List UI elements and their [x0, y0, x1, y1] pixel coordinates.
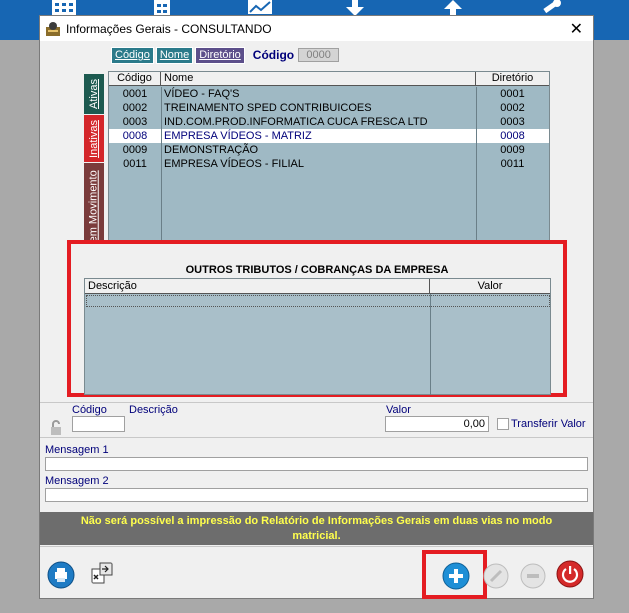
codigo-input[interactable] [72, 416, 125, 432]
calculator-icon[interactable] [52, 0, 76, 16]
app-icon [46, 21, 60, 36]
descricao-label: Descrição [129, 404, 178, 416]
tab-nome[interactable]: Nome [155, 46, 194, 64]
table-row[interactable]: 0011 EMPRESA VÍDEOS - FILIAL 0011 [109, 157, 549, 171]
cell-dir: 0008 [500, 130, 525, 142]
column-divider [476, 87, 477, 257]
cell-code: 0008 [122, 130, 148, 142]
table-row[interactable]: 0001 VÍDEO - FAQ'S 0001 [109, 87, 549, 101]
column-header-codigo[interactable]: Código [109, 72, 161, 85]
cell-code: 0009 [122, 144, 148, 156]
companies-grid-body: 0001 VÍDEO - FAQ'S 0001 0002 TREINAMENTO SPE… [109, 87, 549, 257]
column-header-nome[interactable]: Nome [161, 72, 476, 85]
cell-dir: 0001 [500, 88, 525, 100]
cell-dir: 0003 [500, 116, 525, 128]
delete-disabled-icon [520, 563, 546, 589]
mensagem-2-input[interactable] [45, 488, 588, 502]
cell-name: IND.COM.PROD.INFORMATICA CUCA FRESCA LTD [164, 116, 428, 128]
outros-tributos-header: Descrição Valor [85, 279, 550, 294]
status-side-tabs: Ativas Inativas Sem Movimento [84, 74, 104, 256]
warning-line-2: matricial. [292, 530, 341, 542]
transferir-valor-checkbox[interactable] [497, 418, 509, 430]
cell-dir: 0009 [500, 144, 525, 156]
table-row[interactable]: 0008 EMPRESA VÍDEOS - MATRIZ 0008 [109, 129, 549, 143]
outros-tributos-highlight: OUTROS TRIBUTOS / COBRANÇAS DA EMPRESA D… [67, 240, 567, 397]
tab-inativas-label: Inativas [88, 119, 101, 158]
cell-code: 0003 [122, 116, 148, 128]
action-bar [40, 546, 593, 599]
informacoes-gerais-window: Informações Gerais - CONSULTANDO ✕ Códig… [39, 15, 594, 599]
tab-codigo[interactable]: Código [111, 46, 154, 64]
search-code-input[interactable]: 0000 [298, 48, 340, 62]
tab-sem-movimento-label: Sem Movimento [88, 169, 101, 250]
tab-ativas[interactable]: Ativas [84, 74, 104, 114]
search-code-label: Código [252, 48, 295, 62]
tab-diretorio[interactable]: Diretório [195, 46, 245, 64]
arrow-down-icon[interactable] [343, 0, 367, 16]
tributo-form: Código Descrição Valor 0,00 Transferir V… [40, 402, 593, 438]
column-divider [430, 294, 431, 395]
sort-tabs: Código Nome Diretório Código 0000 [111, 46, 340, 64]
focused-empty-row[interactable] [86, 295, 550, 307]
table-row[interactable]: 0002 TREINAMENTO SPED CONTRIBUICOES 0002 [109, 101, 549, 115]
title-bar: Informações Gerais - CONSULTANDO ✕ [40, 16, 593, 41]
cell-code: 0011 [123, 158, 147, 170]
tab-ativas-label: Ativas [88, 79, 100, 109]
document-icon[interactable] [150, 0, 174, 16]
cell-name: EMPRESA VÍDEOS - MATRIZ [164, 130, 312, 142]
valor-input[interactable]: 0,00 [385, 416, 489, 432]
mensagem-1-input[interactable] [45, 457, 588, 471]
cell-code: 0002 [122, 102, 148, 114]
column-divider [161, 87, 162, 257]
column-header-valor[interactable]: Valor [430, 279, 550, 293]
cell-name: TREINAMENTO SPED CONTRIBUICOES [164, 102, 372, 114]
edit-disabled-icon [483, 563, 509, 589]
cell-name: VÍDEO - FAQ'S [164, 88, 240, 100]
cell-code: 0001 [122, 88, 148, 100]
warning-banner: Não será possível a impressão do Relatór… [40, 512, 593, 545]
mensagem-2-label: Mensagem 2 [45, 475, 109, 487]
cell-dir: 0011 [500, 158, 525, 170]
cell-dir: 0002 [500, 102, 525, 114]
warning-line-1: Não será possível a impressão do Relatór… [80, 515, 553, 527]
companies-grid[interactable]: Código Nome Diretório 0001 VÍDEO - FAQ'S 0… [108, 71, 550, 257]
companies-grid-header: Código Nome Diretório [109, 72, 549, 86]
outros-tributos-grid[interactable]: Descrição Valor [84, 278, 551, 395]
export-icon[interactable] [88, 559, 116, 587]
messages-section: Mensagem 1 Mensagem 2 [40, 441, 593, 509]
cell-name: EMPRESA VÍDEOS - FILIAL [164, 158, 304, 170]
table-row[interactable]: 0003 IND.COM.PROD.INFORMATICA CUCA FRESCA… [109, 115, 549, 129]
table-row[interactable]: 0009 DEMONSTRAÇÃO 0009 [109, 143, 549, 157]
tab-inativas[interactable]: Inativas [84, 115, 104, 162]
codigo-label: Código [72, 404, 107, 416]
plus-icon[interactable] [442, 562, 470, 590]
close-icon[interactable]: ✕ [570, 19, 583, 38]
lock-icon [51, 420, 61, 435]
wrench-icon[interactable] [538, 0, 562, 16]
chart-icon[interactable] [248, 0, 272, 16]
cell-name: DEMONSTRAÇÃO [164, 144, 259, 156]
mensagem-1-label: Mensagem 1 [45, 444, 109, 456]
valor-label: Valor [386, 404, 411, 416]
column-header-descricao[interactable]: Descrição [85, 279, 430, 293]
power-icon[interactable] [556, 560, 584, 588]
printer-icon[interactable] [47, 561, 75, 589]
outros-tributos-title: OUTROS TRIBUTOS / COBRANÇAS DA EMPRESA [185, 264, 449, 276]
arrow-up-icon[interactable] [441, 0, 465, 16]
transferir-valor-label: Transferir Valor [511, 418, 586, 430]
column-header-diretorio[interactable]: Diretório [476, 72, 549, 85]
window-title: Informações Gerais - CONSULTANDO [66, 21, 272, 36]
